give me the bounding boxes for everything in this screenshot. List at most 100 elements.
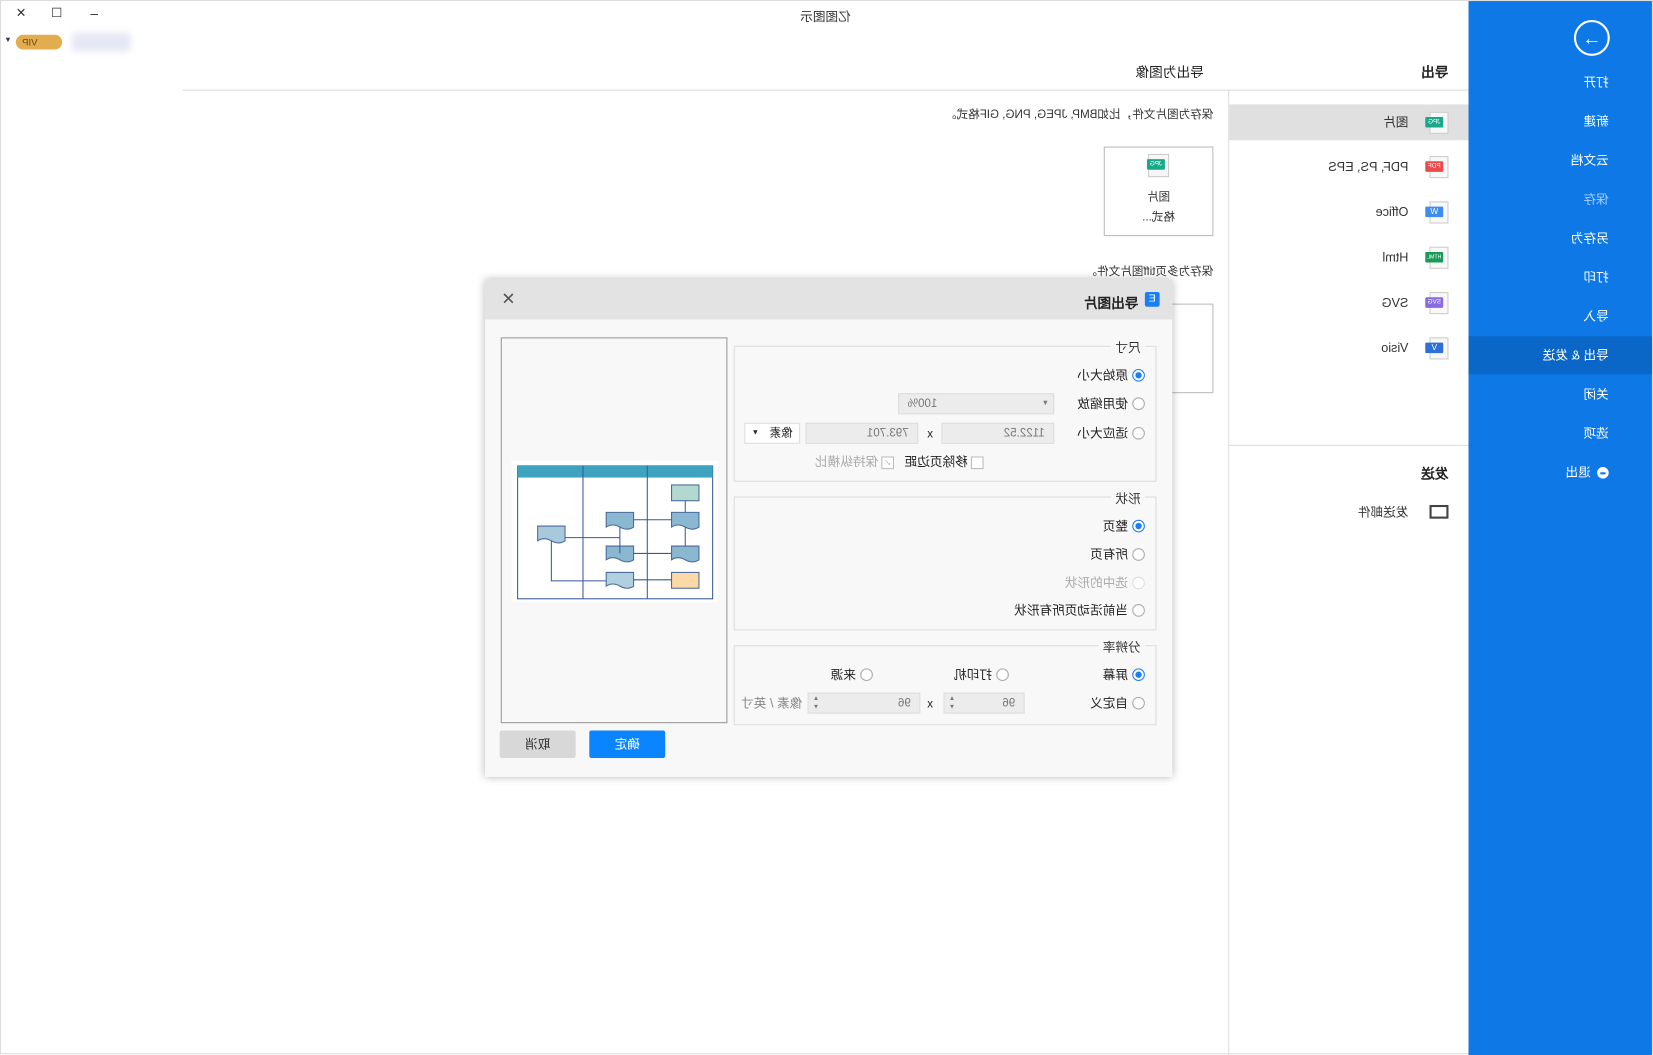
export-item-visio[interactable]: V Visio <box>1229 330 1468 366</box>
sidebar-item-close[interactable]: 关闭 <box>1469 375 1652 413</box>
keep-ratio-label: 保持纵横比 <box>814 454 879 470</box>
sidebar: → 打开 新建 云文档 保存 另存为 打印 导入 导出 & 发送 关闭 选项 退… <box>1468 1 1652 1055</box>
dialog-title: 导出图片 <box>1083 295 1139 311</box>
preview-pane <box>500 337 728 724</box>
send-heading: 发送 <box>1421 465 1449 482</box>
export-item-pdf[interactable]: PDF PDF, PS, EPS <box>1229 149 1468 185</box>
use-scale-label: 使用缩放 <box>1077 396 1129 412</box>
exit-icon <box>1597 467 1609 479</box>
use-scale-radio[interactable] <box>1132 397 1145 411</box>
chevron-down-icon: ▼ <box>1041 399 1049 407</box>
resolution-legend: 分辨率 <box>1098 637 1145 656</box>
sidebar-item-save-as[interactable]: 另存为 <box>1469 219 1652 257</box>
resolution-group: 分辨率 屏幕 打印机 来源 自定义 96 ▲ ▼ x 96 ▲ ▼ 像素 / 英寸 <box>733 637 1157 726</box>
export-heading: 导出 <box>1421 64 1449 81</box>
selected-shapes-label: 选中的形状 <box>1064 575 1129 591</box>
cancel-button[interactable]: 取消 <box>499 730 576 758</box>
account-dropdown-icon[interactable]: ▼ <box>4 37 11 44</box>
diagram-preview <box>511 460 718 602</box>
height-input[interactable]: 793.701 <box>805 422 919 444</box>
screen-label: 屏幕 <box>1102 667 1129 683</box>
image-format-card[interactable]: JPG 图片 格式... <box>1103 146 1214 237</box>
ok-button[interactable]: 确定 <box>589 730 666 758</box>
scale-dropdown[interactable]: ▼ 100% <box>898 393 1055 415</box>
fit-size-label: 适应大小 <box>1077 425 1129 441</box>
sidebar-item-cloud[interactable]: 云文档 <box>1469 141 1652 179</box>
sidebar-item-save[interactable]: 保存 <box>1469 180 1652 218</box>
send-email-item[interactable]: 发送邮件 <box>1229 494 1468 530</box>
printer-label: 打印机 <box>954 667 993 683</box>
sidebar-item-open[interactable]: 打开 <box>1469 63 1652 101</box>
dpi-x-spinner[interactable]: 96 ▲ ▼ <box>943 692 1025 714</box>
window-title: 亿图图示 <box>800 9 851 25</box>
card-sublabel: 格式... <box>1142 210 1176 224</box>
source-label: 来源 <box>830 667 857 683</box>
source-radio[interactable] <box>860 668 873 682</box>
all-pages-label: 所有页 <box>1090 547 1129 562</box>
visio-file-icon: V <box>1425 337 1449 360</box>
export-item-html[interactable]: HTML Html <box>1229 239 1468 275</box>
shape-group: 形状 整页 所有页 选中的形状 当前活动页所有形状 <box>733 489 1157 631</box>
minimize-button[interactable]: – <box>90 5 98 21</box>
custom-label: 自定义 <box>1090 695 1129 711</box>
export-image-dialog: E 导出图片 ✕ 尺寸 原始大小 使用缩放 ▼ 100% 适应大小 1122.52… <box>484 279 1173 777</box>
dpi-y-spinner[interactable]: 96 ▲ ▼ <box>807 692 921 714</box>
current-page-all-label: 当前活动页所有形状 <box>1014 603 1129 618</box>
export-item-image[interactable]: JPG 图片 <box>1229 104 1469 141</box>
username-blurred <box>71 32 131 52</box>
remove-margin-label: 移除页边距 <box>904 454 968 470</box>
jpg-file-icon: JPG <box>1146 153 1170 178</box>
all-pages-radio[interactable] <box>1132 548 1145 561</box>
remove-margin-checkbox[interactable] <box>970 456 984 470</box>
sidebar-item-export-send[interactable]: 导出 & 发送 <box>1468 336 1652 375</box>
pdf-file-icon: PDF <box>1425 156 1449 179</box>
content-heading: 导出为图像 <box>1135 64 1204 81</box>
card-label: 图片 <box>1146 190 1171 204</box>
exit-label: 退出 <box>1565 464 1591 480</box>
size-group: 尺寸 原始大小 使用缩放 ▼ 100% 适应大小 1122.52 x 793.70… <box>733 338 1157 482</box>
back-arrow-icon[interactable]: → <box>1573 20 1610 56</box>
chevron-down-icon: ▼ <box>751 429 759 437</box>
mail-icon <box>1429 504 1449 519</box>
screen-radio[interactable] <box>1132 668 1145 682</box>
dpi-unit-label: 像素 / 英寸 <box>741 695 803 711</box>
export-item-office[interactable]: W Office <box>1229 194 1468 230</box>
keep-ratio-checkbox[interactable]: ✓ <box>881 456 894 470</box>
app-logo-icon: E <box>1144 292 1160 307</box>
spinner-arrows-icon[interactable]: ▲ ▼ <box>949 695 955 712</box>
fit-size-radio[interactable] <box>1132 426 1145 440</box>
custom-radio[interactable] <box>1132 696 1145 710</box>
selected-shapes-radio[interactable] <box>1132 576 1145 590</box>
export-item-svg[interactable]: SVG SVG <box>1229 285 1468 321</box>
original-size-radio[interactable] <box>1132 368 1145 382</box>
width-input[interactable]: 1122.52 <box>941 422 1055 444</box>
sidebar-item-import[interactable]: 导入 <box>1469 297 1652 335</box>
maximize-button[interactable]: ☐ <box>51 5 62 20</box>
original-size-label: 原始大小 <box>1077 367 1129 383</box>
spinner-arrows-icon[interactable]: ▲ ▼ <box>813 695 819 712</box>
times-label: x <box>927 697 933 711</box>
times-label: x <box>927 428 933 441</box>
svg-file-icon: SVG <box>1425 292 1449 315</box>
current-page-all-radio[interactable] <box>1132 604 1145 617</box>
vip-badge[interactable]: VIP <box>15 34 63 50</box>
html-file-icon: HTML <box>1425 246 1449 269</box>
shape-legend: 形状 <box>1111 489 1145 508</box>
printer-radio[interactable] <box>996 668 1009 682</box>
dialog-header: E 导出图片 ✕ <box>484 279 1173 320</box>
whole-page-label: 整页 <box>1102 518 1129 534</box>
close-window-button[interactable]: ✕ <box>16 5 27 20</box>
jpg-file-icon: JPG <box>1425 111 1449 134</box>
export-panel: JPG 图片 PDF PDF, PS, EPS W Office HTML Html S… <box>1228 89 1469 1055</box>
image-description: 保存为图片文件，比如BMP, JPEG, PNG, GIF格式。 <box>944 108 1214 122</box>
tiff-description: 保存为多页tiff图片文件。 <box>1085 265 1214 279</box>
whole-page-radio[interactable] <box>1132 519 1145 533</box>
panel-divider <box>1229 444 1469 446</box>
sidebar-item-exit[interactable]: 退出 <box>1469 453 1652 491</box>
word-file-icon: W <box>1425 201 1449 224</box>
sidebar-item-new[interactable]: 新建 <box>1469 102 1652 140</box>
close-icon[interactable]: ✕ <box>501 289 515 310</box>
sidebar-item-options[interactable]: 选项 <box>1469 414 1652 452</box>
unit-select[interactable]: 像素 ▼ <box>744 422 801 444</box>
sidebar-item-print[interactable]: 打印 <box>1469 258 1652 296</box>
